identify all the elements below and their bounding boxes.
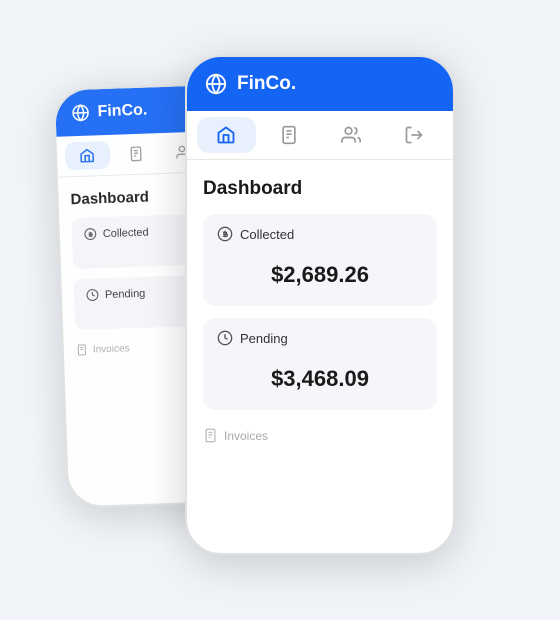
back-nav-documents[interactable] [113,139,158,169]
front-collected-label: Collected [217,226,423,242]
front-content: Dashboard Collected $2,689.26 [187,160,453,467]
front-nav-logout[interactable] [385,117,444,153]
back-nav-home[interactable] [65,141,110,171]
front-collected-dollar-icon [217,226,233,242]
front-nav-users[interactable] [322,117,381,153]
front-users-icon [341,125,361,145]
front-invoices-icon [203,428,218,443]
front-pending-card: Pending $3,468.09 [203,318,437,410]
back-pending-clock-icon [86,288,99,301]
front-nav-home[interactable] [197,117,256,153]
front-nav-documents[interactable] [260,117,319,153]
front-brand-text: FinCo. [237,73,296,95]
back-documents-icon [128,146,145,163]
back-home-icon [79,147,96,164]
back-invoices-icon [76,344,88,356]
globe-icon-back [71,104,90,123]
front-invoices-label: Invoices [224,429,268,443]
front-phone-header: FinCo. [187,57,453,111]
front-pending-clock-icon [217,330,233,346]
front-logout-icon [404,125,424,145]
front-invoices-section: Invoices [203,422,437,449]
collected-label-text: Collected [240,227,294,242]
front-pending-value: $3,468.09 [217,356,423,398]
front-page-title: Dashboard [203,178,437,200]
back-collected-dollar-icon [84,227,97,240]
back-brand-text: FinCo. [97,102,147,122]
globe-icon-front [205,73,227,95]
front-home-icon [216,125,236,145]
front-nav-bar [187,111,453,160]
front-collected-card: Collected $2,689.26 [203,214,437,306]
front-documents-icon [279,125,299,145]
front-collected-value: $2,689.26 [217,252,423,294]
front-pending-label: Pending [217,330,423,346]
phone-front: FinCo. [185,55,455,555]
pending-label-text: Pending [240,331,288,346]
